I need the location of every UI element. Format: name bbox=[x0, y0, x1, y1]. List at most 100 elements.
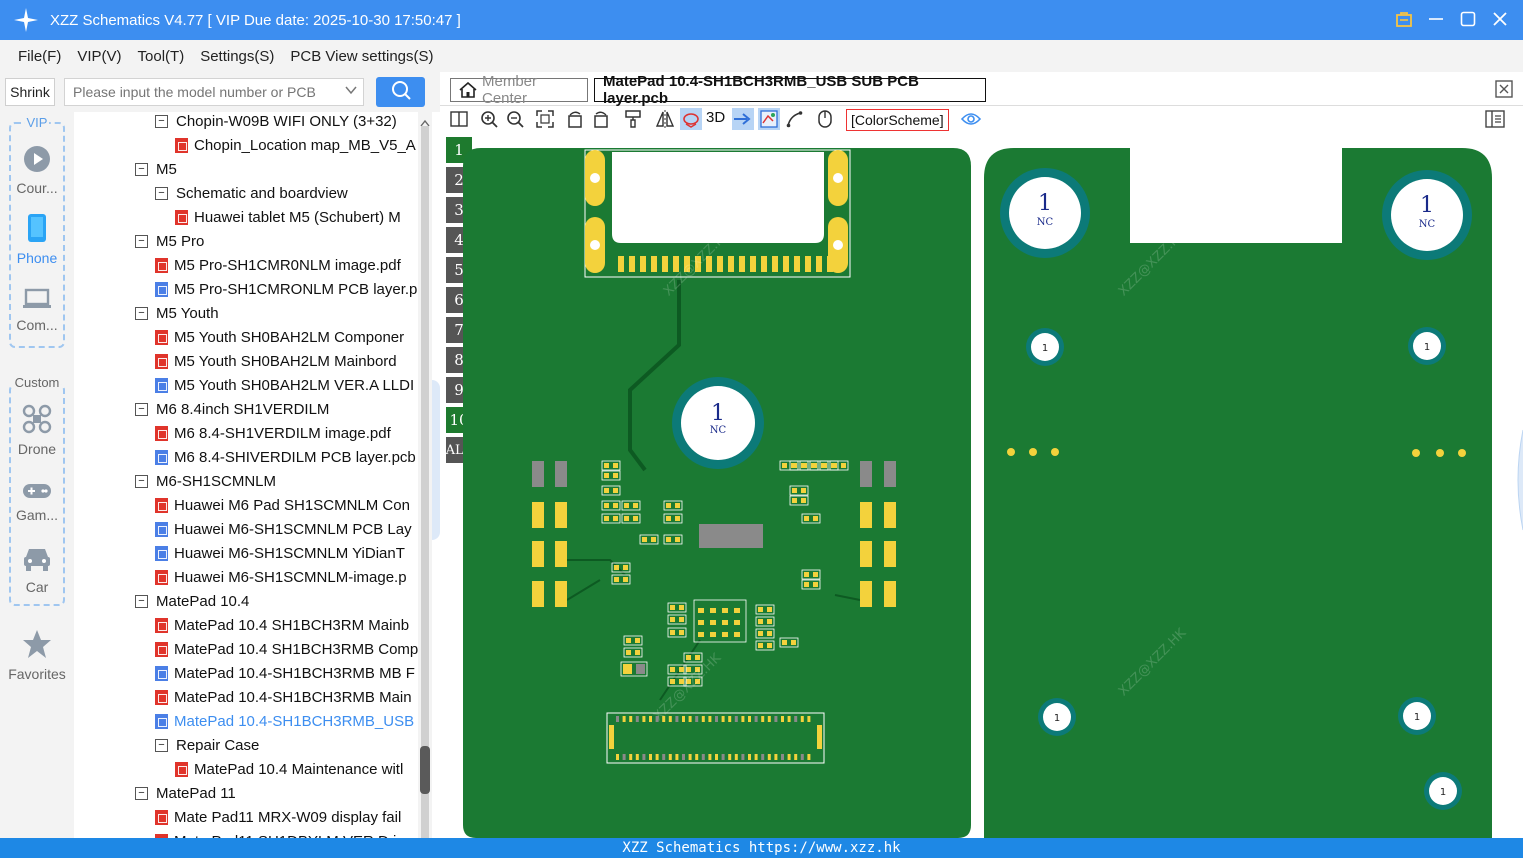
tree-folder[interactable]: − M6 8.4inch SH1VERDILM bbox=[135, 397, 329, 421]
search-button[interactable] bbox=[376, 77, 425, 107]
collapse-toggle-icon[interactable]: − bbox=[135, 162, 148, 176]
tree-file[interactable]: M5 Pro-SH1CMRONLM PCB layer.p bbox=[155, 277, 417, 301]
tree-folder[interactable]: − Repair Case bbox=[155, 733, 259, 757]
pcb-drawing[interactable]: 1NC1NC1NC1 11 11XZZ@XZZ.HK XZZ@XZZ.HKXZZ@XZ… bbox=[440, 134, 1523, 838]
smd-pad bbox=[636, 664, 645, 674]
tree-file[interactable]: Huawei M6-SH1SCMNLM YiDianT bbox=[155, 541, 405, 565]
trace-tool-icon[interactable] bbox=[784, 108, 806, 130]
rail-item-course[interactable]: Cour... bbox=[0, 145, 74, 196]
tree-file[interactable]: M5 Youth SH0BAH2LM Componer bbox=[155, 325, 404, 349]
mouse-icon[interactable] bbox=[814, 108, 836, 130]
usb-pin-pad bbox=[651, 256, 657, 272]
probe-arrow-icon[interactable] bbox=[732, 108, 754, 130]
maximize-button[interactable] bbox=[1459, 8, 1477, 30]
collapse-toggle-icon[interactable]: − bbox=[155, 114, 168, 128]
scroll-track[interactable] bbox=[421, 126, 429, 838]
tree-file[interactable]: M5 Pro-SH1CMR0NLM image.pdf bbox=[155, 253, 401, 277]
tree-node-label: M6 8.4-SH1VERDILM image.pdf bbox=[174, 424, 391, 442]
fpc-pin-pad bbox=[622, 716, 626, 722]
rail-item-drone[interactable]: Drone bbox=[0, 404, 74, 457]
smd-pad bbox=[624, 503, 629, 508]
menu-settings[interactable]: Settings(S) bbox=[200, 48, 274, 65]
collapse-toggle-icon[interactable]: − bbox=[135, 594, 148, 608]
rail-item-phone[interactable]: Phone bbox=[0, 213, 74, 266]
rail-item-favorites[interactable]: Favorites bbox=[0, 629, 74, 682]
tree-folder[interactable]: − M6-SH1SCMNLM bbox=[135, 469, 276, 493]
rail-item-computer[interactable]: Com... bbox=[0, 288, 74, 333]
tree-file[interactable]: MatePad 10.4-SH1BCH3RMB_USB bbox=[155, 709, 414, 733]
collapse-toggle-icon[interactable]: − bbox=[135, 786, 148, 800]
rail-item-car[interactable]: Car bbox=[0, 546, 74, 595]
tree-file[interactable]: Huawei M6 Pad SH1SCMNLM Con bbox=[155, 493, 410, 517]
collapse-toggle-icon[interactable]: − bbox=[155, 738, 168, 752]
tree-folder[interactable]: − Schematic and boardview bbox=[155, 181, 348, 205]
tree-folder[interactable]: − MatePad 11 bbox=[135, 781, 236, 805]
tree-file[interactable]: M6 8.4-SH1VERDILM image.pdf bbox=[155, 421, 391, 445]
shrink-button[interactable]: Shrink bbox=[5, 78, 55, 106]
tree-scrollbar[interactable] bbox=[418, 112, 432, 838]
tree-folder[interactable]: − Chopin-W09B WIFI ONLY (3+32) bbox=[155, 112, 397, 133]
paint-brush-icon[interactable] bbox=[622, 108, 644, 130]
menu-vip[interactable]: VIP(V) bbox=[77, 48, 121, 65]
tree-file[interactable]: Huawei tablet M5 (Schubert) M bbox=[175, 205, 401, 229]
fpc-pin-pad bbox=[649, 716, 652, 722]
color-scheme-button[interactable]: [ColorScheme] bbox=[846, 109, 949, 131]
eye-icon[interactable] bbox=[960, 108, 982, 130]
split-view-icon[interactable] bbox=[448, 108, 470, 130]
collapse-toggle-icon[interactable]: − bbox=[135, 474, 148, 488]
rail-item-game[interactable]: Gam... bbox=[0, 482, 74, 523]
zoom-out-icon[interactable] bbox=[504, 108, 526, 130]
menu-tool[interactable]: Tool(T) bbox=[138, 48, 185, 65]
menu-pcb-view-settings[interactable]: PCB View settings(S) bbox=[290, 48, 433, 65]
net-highlight-icon[interactable] bbox=[680, 108, 702, 130]
tree-folder[interactable]: − M5 bbox=[135, 157, 177, 181]
scroll-thumb[interactable] bbox=[420, 746, 430, 794]
tree-file[interactable]: Mate Pad11 SH1DBYLM VER.D i bbox=[155, 829, 396, 838]
chevron-down-icon[interactable] bbox=[345, 83, 357, 99]
collapse-toggle-icon[interactable]: − bbox=[135, 402, 148, 416]
tree-folder[interactable]: − MatePad 10.4 bbox=[135, 589, 249, 613]
tree-file[interactable]: MatePad 10.4-SH1BCH3RMB Main bbox=[155, 685, 412, 709]
tree-node-label: M5 bbox=[156, 160, 177, 178]
rotate-left-icon[interactable] bbox=[564, 108, 586, 130]
vip-bag-icon[interactable] bbox=[1395, 8, 1413, 30]
collapse-toggle-icon[interactable]: − bbox=[135, 306, 148, 320]
tree-file[interactable]: MatePad 10.4 SH1BCH3RM Mainb bbox=[155, 613, 409, 637]
menu-file[interactable]: File(F) bbox=[18, 48, 61, 65]
minimize-button[interactable] bbox=[1427, 8, 1445, 30]
fpc-pin-pad bbox=[728, 754, 732, 760]
pcb-canvas[interactable]: 1 2 3 4 5 6 7 8 9 10 ALL 1 NC 1 NC 1 NC 1 1 1 1 1 XZZ@XZZ.HK X… bbox=[440, 134, 1523, 838]
tree-file[interactable]: M6 8.4-SHIVERDILM PCB layer.pcb bbox=[155, 445, 416, 469]
3d-view-button[interactable]: 3D bbox=[706, 109, 725, 126]
rotate-right-icon[interactable] bbox=[590, 108, 612, 130]
tree-file[interactable]: Huawei M6-SH1SCMNLM PCB Lay bbox=[155, 517, 412, 541]
tree-file[interactable]: MatePad 10.4 SH1BCH3RMB Comp bbox=[155, 637, 418, 661]
tree-file[interactable]: MatePad 10.4-SH1BCH3RMB MB F bbox=[155, 661, 415, 685]
close-button[interactable] bbox=[1491, 8, 1509, 30]
tree-file[interactable]: Chopin_Location map_MB_V5_A bbox=[175, 133, 416, 157]
fpc-pin-pad bbox=[715, 716, 718, 722]
collapse-toggle-icon[interactable]: − bbox=[155, 186, 168, 200]
tree-file[interactable]: Huawei M6-SH1SCMNLM-image.p bbox=[155, 565, 407, 589]
rail-item-label: Cour... bbox=[16, 180, 58, 196]
panel-collapse-handle[interactable] bbox=[432, 380, 440, 540]
side-panel-icon[interactable] bbox=[1484, 108, 1506, 130]
tab-member-center[interactable]: Member Center bbox=[450, 73, 588, 107]
zoom-in-icon[interactable] bbox=[478, 108, 500, 130]
mirror-icon[interactable] bbox=[654, 108, 676, 130]
tree-file[interactable]: Mate Pad11 MRX-W09 display fail bbox=[155, 805, 401, 829]
fit-view-icon[interactable] bbox=[534, 108, 556, 130]
tab-usb-sub-pcb[interactable]: MatePad 10.4-SH1BCH3RMB_USB SUB PCB laye… bbox=[594, 73, 986, 107]
tree-folder[interactable]: − M5 Youth bbox=[135, 301, 219, 325]
tree-node-label: MatePad 10.4-SH1BCH3RMB MB F bbox=[174, 664, 415, 682]
power-pad bbox=[860, 581, 872, 607]
search-input[interactable] bbox=[65, 79, 330, 105]
close-tab-icon[interactable] bbox=[1495, 80, 1513, 103]
tree-file[interactable]: M5 Youth SH0BAH2LM Mainbord bbox=[155, 349, 397, 373]
tree-file[interactable]: M5 Youth SH0BAH2LM VER.A LLDI bbox=[155, 373, 414, 397]
ic-pin-pad bbox=[734, 608, 740, 613]
collapse-toggle-icon[interactable]: − bbox=[135, 234, 148, 248]
tree-folder[interactable]: − M5 Pro bbox=[135, 229, 204, 253]
board-layer-icon[interactable] bbox=[758, 108, 780, 130]
tree-file[interactable]: MatePad 10.4 Maintenance witl bbox=[175, 757, 403, 781]
